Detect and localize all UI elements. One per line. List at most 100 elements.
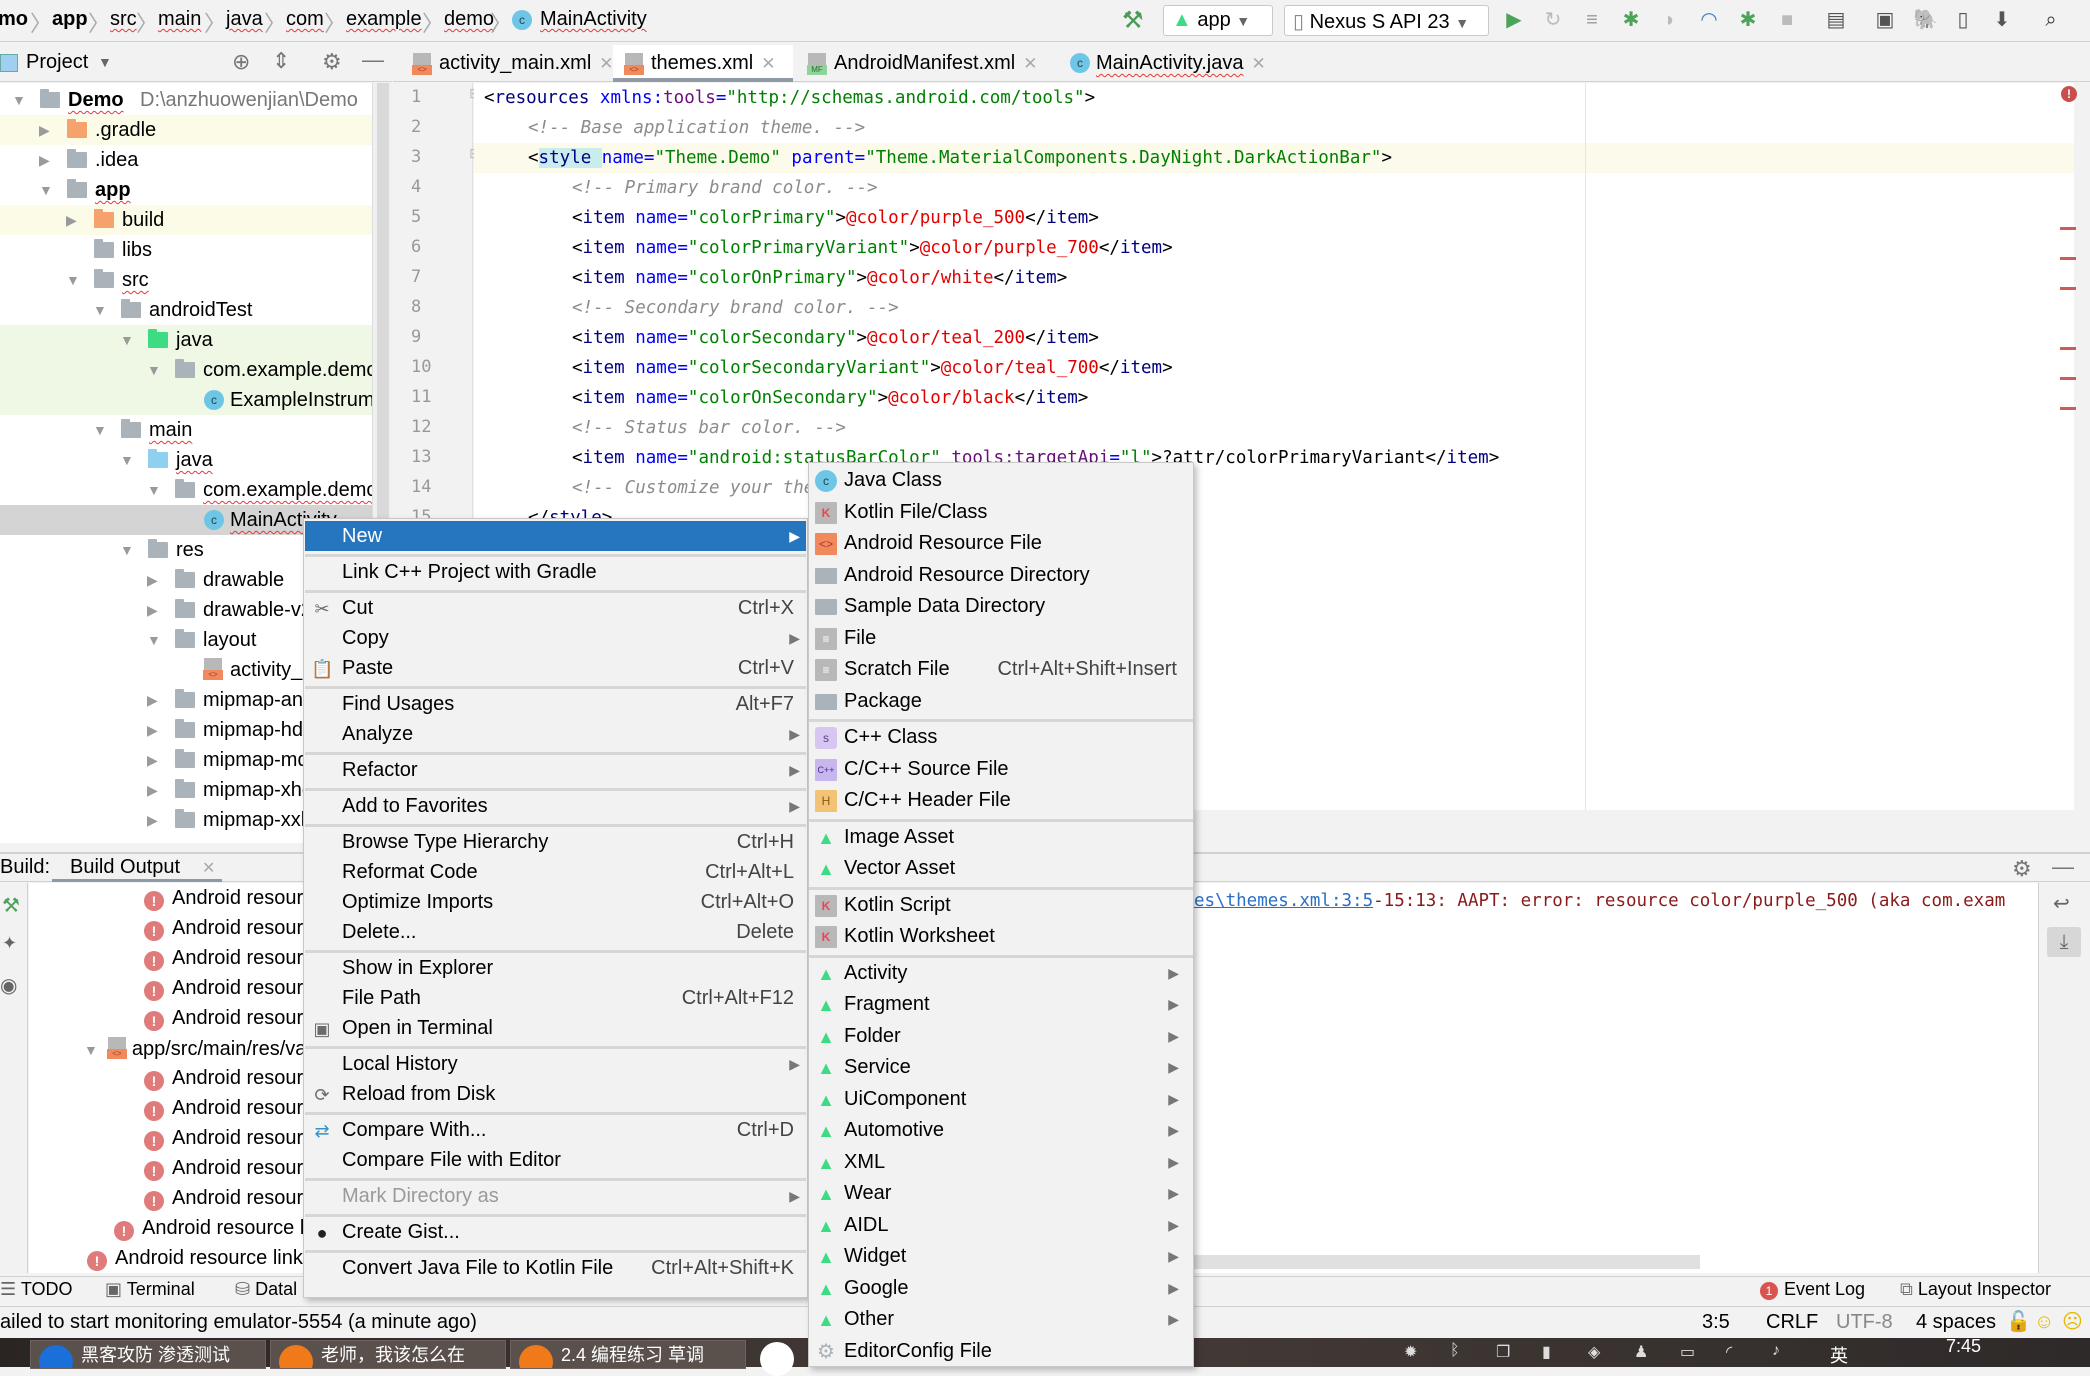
tool-terminal[interactable]: ▣ Terminal [105, 1279, 195, 1300]
lock-icon[interactable]: 🔓 [2006, 1307, 2031, 1337]
error-indicator-icon[interactable]: ! [2061, 86, 2077, 102]
locate-icon[interactable]: ⊕ [232, 49, 250, 75]
collapsed-arrow-icon[interactable]: ▶ [39, 145, 50, 175]
tray-icon[interactable]: ♟ [1634, 1342, 1648, 1362]
menu-item-compare-with[interactable]: ⇄ Compare With... Ctrl+D [305, 1115, 806, 1145]
code-line[interactable]: <resources xmlns:tools="http://schemas.a… [484, 83, 1095, 113]
tray-icon[interactable]: ♪ [1772, 1342, 1780, 1360]
menu-item-show-in-explorer[interactable]: Show in Explorer [305, 953, 806, 983]
menu-item-find-usages[interactable]: Find Usages Alt+F7 [305, 689, 806, 719]
new-item-wear[interactable]: ▲ Wear ▶ [809, 1178, 1193, 1209]
tab-androidmanifest-xml[interactable]: MF AndroidManifest.xml ✕ [796, 45, 1054, 82]
tree-node-libs[interactable]: libs [0, 235, 392, 265]
error-stripe-mark[interactable] [2060, 257, 2076, 260]
status-message[interactable]: ailed to start monitoring emulator-5554 … [0, 1307, 477, 1337]
new-item-xml[interactable]: ▲ XML ▶ [809, 1147, 1193, 1178]
new-item-c-c-source-file[interactable]: C++ C/C++ Source File [809, 754, 1193, 785]
build-tree-item[interactable]: ! Android resource [144, 1093, 324, 1123]
menu-item-browse-type-hierarchy[interactable]: Browse Type Hierarchy Ctrl+H [305, 827, 806, 857]
collapsed-arrow-icon[interactable]: ▶ [147, 595, 158, 625]
close-tab-icon[interactable]: ✕ [599, 54, 613, 73]
tree-node-idea[interactable]: ▶ .idea [0, 145, 392, 175]
code-line[interactable]: <item name="colorSecondaryVariant">@colo… [572, 353, 1173, 383]
error-stripe-mark[interactable] [2060, 377, 2076, 380]
error-stripe-mark[interactable] [2060, 347, 2076, 350]
tool-layout-inspector[interactable]: ⧉ Layout Inspector [1900, 1279, 2051, 1300]
expanded-arrow-icon[interactable]: ▼ [147, 475, 161, 505]
expanded-arrow-icon[interactable]: ▼ [12, 85, 26, 115]
code-line[interactable]: <item name="colorPrimary">@color/purple_… [572, 203, 1099, 233]
new-item-editorconfig-file[interactable]: ⚙ EditorConfig File [809, 1336, 1193, 1367]
attach-debugger-icon[interactable]: ◗ [1659, 9, 1681, 31]
smile-feedback-icon[interactable]: ☺ [2034, 1307, 2054, 1337]
new-item-service[interactable]: ▲ Service ▶ [809, 1052, 1193, 1083]
close-tab-icon[interactable]: ✕ [1251, 54, 1265, 73]
console-file-link[interactable]: es\themes.xml:3:5 [1194, 891, 1373, 911]
gear-icon[interactable]: ⚙ [322, 49, 342, 75]
new-item-package[interactable]: Package [809, 686, 1193, 717]
expanded-arrow-icon[interactable]: ▼ [66, 265, 80, 295]
collapsed-arrow-icon[interactable]: ▶ [147, 685, 158, 715]
menu-item-delete[interactable]: Delete... Delete [305, 917, 806, 947]
menu-item-local-history[interactable]: Local History ▶ [305, 1049, 806, 1079]
tray-icon[interactable]: ▭ [1680, 1342, 1695, 1362]
gradle-sync-icon[interactable]: 🐘 [1913, 9, 1938, 31]
close-icon[interactable]: ✕ [202, 858, 215, 878]
menu-item-link-c-project-with-gradle[interactable]: Link C++ Project with Gradle [305, 557, 806, 587]
expanded-arrow-icon[interactable]: ▼ [39, 175, 53, 205]
apply-changes-icon[interactable]: ↻ [1542, 9, 1564, 31]
device-select[interactable]: ▯ Nexus S API 23 ▼ [1284, 5, 1489, 36]
build-hammer-icon[interactable]: ⚒ [2, 893, 20, 918]
new-item-vector-asset[interactable]: ▲ Vector Asset [809, 853, 1193, 884]
breadcrumb-item-mo[interactable]: mo [0, 8, 28, 31]
file-encoding[interactable]: UTF-8 [1836, 1307, 1893, 1337]
scroll-to-end-icon[interactable]: ⤓ [2047, 927, 2081, 957]
new-item-google[interactable]: ▲ Google ▶ [809, 1273, 1193, 1304]
menu-item-compare-file-with-editor[interactable]: Compare File with Editor [305, 1145, 806, 1175]
run-icon[interactable]: ▶ [1503, 9, 1525, 31]
build-tree-item[interactable]: ! Android resource [144, 1153, 324, 1183]
breadcrumb-item-com[interactable]: com [286, 8, 324, 31]
hide-panel-icon[interactable]: — [2052, 854, 2074, 880]
build-tree-item[interactable]: ! Android resource [144, 883, 324, 913]
code-line[interactable]: <!-- Secondary brand color. --> [572, 293, 899, 323]
new-item-kotlin-file-class[interactable]: K Kotlin File/Class [809, 497, 1193, 528]
build-tree-item[interactable]: ! Android resource [144, 943, 324, 973]
build-hammer-icon[interactable]: ⚒ [1122, 6, 1144, 35]
breadcrumb-item-java[interactable]: java [226, 8, 263, 31]
run-config-select[interactable]: ▲ app ▼ [1163, 5, 1273, 36]
breadcrumb-item-demo[interactable]: demo [444, 8, 494, 31]
tree-node-gradle[interactable]: ▶ .gradle [0, 115, 392, 145]
menu-item-paste[interactable]: 📋 Paste Ctrl+V [305, 653, 806, 683]
new-item-activity[interactable]: ▲ Activity ▶ [809, 958, 1193, 989]
chevron-down-icon[interactable]: ▼ [98, 54, 112, 70]
line-separator[interactable]: CRLF [1766, 1307, 1818, 1337]
build-tree-item[interactable]: ! Android resource [144, 1063, 324, 1093]
breadcrumb-item-main[interactable]: main [158, 8, 201, 31]
error-stripe-mark[interactable] [2060, 227, 2076, 230]
error-stripe-mark[interactable] [2060, 407, 2076, 410]
tree-node-exampleinstrumented[interactable]: c ExampleInstrumented [0, 385, 392, 415]
new-item-file[interactable]: ≡ File [809, 623, 1193, 654]
menu-item-create-gist[interactable]: ● Create Gist... [305, 1217, 806, 1247]
menu-item-convert-java-file-to-kotlin-file[interactable]: Convert Java File to Kotlin File Ctrl+Alt… [305, 1253, 806, 1283]
new-item-other[interactable]: ▲ Other ▶ [809, 1304, 1193, 1335]
tree-node-java[interactable]: ▼ java [0, 325, 392, 355]
gear-icon[interactable]: ⚙ [2012, 856, 2032, 882]
menu-item-open-in-terminal[interactable]: ▣ Open in Terminal [305, 1013, 806, 1043]
hide-panel-icon[interactable]: — [362, 47, 384, 73]
collapsed-arrow-icon[interactable]: ▶ [147, 745, 158, 775]
menu-item-file-path[interactable]: File Path Ctrl+Alt+F12 [305, 983, 806, 1013]
tray-icon[interactable]: ◈ [1588, 1342, 1600, 1362]
tray-icon[interactable]: ✹ [1404, 1342, 1417, 1362]
taskbar-item[interactable]: 黑客攻防 渗透测试 [30, 1340, 266, 1369]
breadcrumb-item-src[interactable]: src [110, 8, 137, 31]
expanded-arrow-icon[interactable]: ▼ [93, 415, 107, 445]
close-tab-icon[interactable]: ✕ [1023, 54, 1037, 73]
expanded-arrow-icon[interactable]: ▼ [93, 295, 107, 325]
menu-item-refactor[interactable]: Refactor ▶ [305, 755, 806, 785]
new-item-scratch-file[interactable]: ≡ Scratch File Ctrl+Alt+Shift+Insert [809, 654, 1193, 685]
taskbar-item[interactable]: 老师，我该怎么在 [270, 1340, 506, 1369]
build-tree-item[interactable]: ! Android resource [144, 1003, 324, 1033]
new-item-java-class[interactable]: c Java Class [809, 465, 1193, 496]
